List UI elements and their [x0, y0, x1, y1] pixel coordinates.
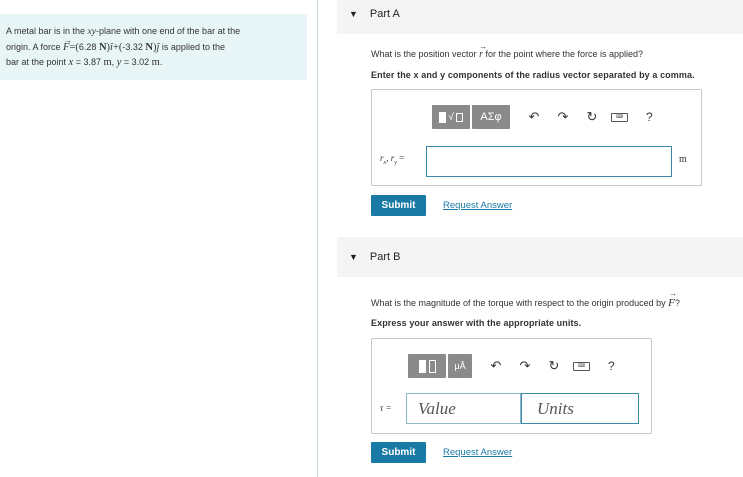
part-b-toolbar: μÅ ↶ ↷ ↻ ⌨ ? [408, 354, 615, 378]
fraction-sqrt-icon: √ [439, 111, 463, 123]
torque-input-label: τ = [380, 403, 392, 413]
part-a-answer-box: √ ΑΣφ ↶ ↷ ↻ ⌨ ? rx, ry = m [371, 89, 702, 186]
part-b-question: What is the magnitude of the torque with… [371, 289, 680, 309]
part-b-submit-button[interactable]: Submit [371, 442, 426, 463]
torque-units-input[interactable]: Units [521, 393, 639, 424]
part-a-toolbar: √ ΑΣφ ↶ ↷ ↻ ⌨ ? [432, 105, 653, 129]
problem-line-2: origin. A force → F=(6.28 N)î+(-3.32 N)ĵ … [6, 35, 225, 53]
undo-icon[interactable]: ↶ [524, 109, 544, 125]
collapse-caret-icon[interactable]: ▼ [349, 9, 358, 19]
problem-line-1: A metal bar is in the xy-plane with one … [6, 26, 241, 37]
symbols-button[interactable]: ΑΣφ [472, 105, 510, 129]
collapse-caret-icon[interactable]: ▼ [349, 252, 358, 262]
templates-button[interactable] [408, 354, 446, 378]
undo-icon[interactable]: ↶ [486, 358, 506, 374]
templates-button[interactable]: √ [432, 105, 470, 129]
template-blocks-icon [418, 359, 436, 373]
unit-label: m [679, 154, 687, 165]
part-b-header[interactable]: ▼ Part B [337, 237, 743, 277]
part-b-instruction: Express your answer with the appropriate… [371, 318, 582, 328]
force-vector-symbol: → F [63, 35, 73, 53]
torque-value-input[interactable]: Value [406, 393, 521, 424]
part-a-submit-button[interactable]: Submit [371, 195, 426, 216]
help-icon[interactable]: ? [646, 110, 653, 124]
position-vector-input[interactable] [426, 146, 672, 177]
problem-line-3: bar at the point x = 3.87 m, y = 3.02 m. [6, 57, 163, 68]
reset-icon[interactable]: ↻ [582, 109, 602, 125]
units-button[interactable]: μÅ [448, 354, 472, 378]
part-b-request-answer-link[interactable]: Request Answer [443, 447, 512, 458]
problem-statement: A metal bar is in the xy-plane with one … [0, 14, 307, 80]
panel-divider [317, 0, 318, 477]
position-input-label: rx, ry = [380, 153, 405, 166]
help-icon[interactable]: ? [608, 359, 615, 373]
part-b-answer-box: μÅ ↶ ↷ ↻ ⌨ ? τ = Value Units [371, 338, 652, 434]
part-a-instruction: Enter the x and y components of the radi… [371, 70, 695, 80]
part-b-title: Part B [369, 251, 401, 263]
redo-icon[interactable]: ↷ [553, 109, 573, 125]
part-a-title: Part A [369, 8, 400, 20]
part-a-header[interactable]: ▼ Part A [337, 0, 743, 34]
keyboard-icon[interactable]: ⌨ [573, 361, 590, 371]
part-a-question: What is the position vector → r for the p… [371, 42, 644, 60]
keyboard-icon[interactable]: ⌨ [611, 112, 628, 122]
part-a-request-answer-link[interactable]: Request Answer [443, 200, 512, 211]
redo-icon[interactable]: ↷ [515, 358, 535, 374]
reset-icon[interactable]: ↻ [544, 358, 564, 374]
